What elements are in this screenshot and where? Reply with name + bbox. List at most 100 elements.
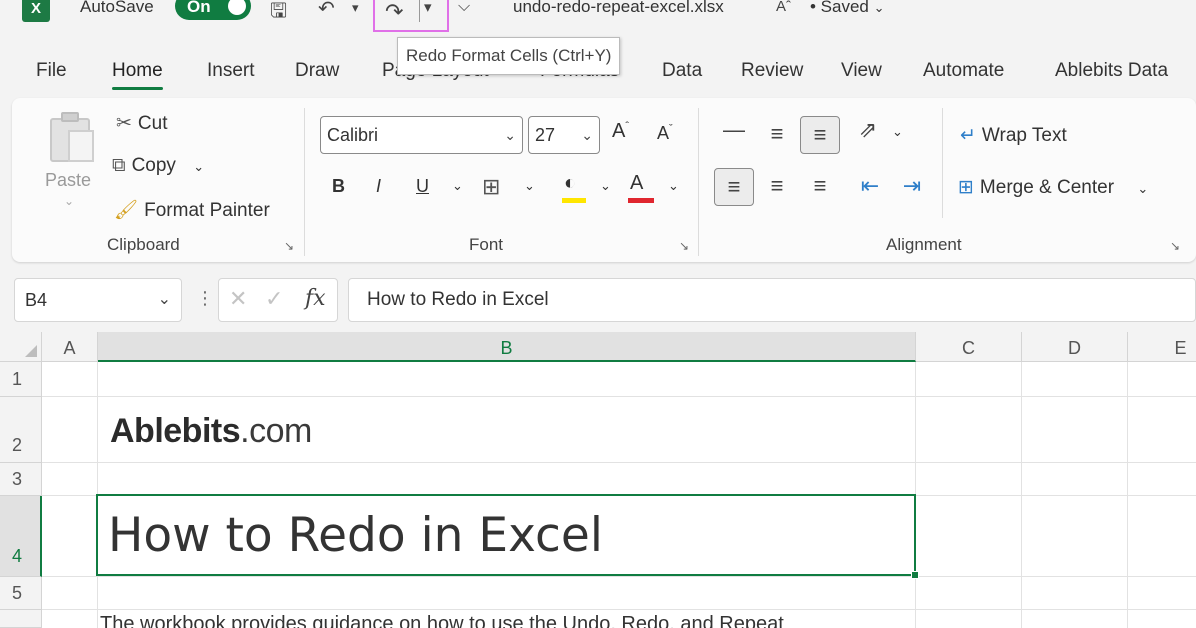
font-color-button[interactable]: A xyxy=(630,172,643,195)
borders-icon[interactable]: ⊞ xyxy=(482,174,500,200)
copy-button[interactable]: ⧉ Copy ⌄ xyxy=(112,155,204,177)
format-painter-button[interactable]: 🖌 Format Painter xyxy=(114,198,270,222)
formula-input[interactable]: How to Redo in Excel xyxy=(348,278,1196,322)
tab-view[interactable]: View xyxy=(841,60,882,82)
decrease-indent-icon[interactable]: ⇤ xyxy=(850,168,890,206)
autosave-toggle[interactable]: On xyxy=(175,0,251,20)
scissors-icon: ✂ xyxy=(116,113,132,134)
column-header-d[interactable]: D xyxy=(1022,332,1128,362)
autosave-label: AutoSave xyxy=(80,0,154,16)
top-align-icon[interactable]: — xyxy=(714,112,754,150)
shrink-font-button[interactable]: Aˇ xyxy=(657,123,673,144)
tab-data[interactable]: Data xyxy=(662,60,702,82)
tab-ablebits-data[interactable]: Ablebits Data xyxy=(1055,60,1168,82)
alignment-launcher-icon[interactable]: ↘ xyxy=(1170,239,1180,253)
shrink-font-icon: ˇ xyxy=(669,123,673,135)
tab-draw[interactable]: Draw xyxy=(295,60,339,82)
accessibility-icon[interactable]: Aˆ xyxy=(776,0,791,15)
cell-b6-text: The workbook provides guidance on how to… xyxy=(100,613,784,628)
middle-align-icon[interactable]: ≡ xyxy=(757,116,797,154)
column-header-c[interactable]: C xyxy=(916,332,1022,362)
undo-icon[interactable]: ↶ xyxy=(318,0,335,21)
gridline xyxy=(42,609,1196,610)
font-size-combo[interactable]: 27 ⌄ xyxy=(528,116,600,154)
bold-button[interactable]: B xyxy=(332,176,345,197)
gridline xyxy=(42,462,1196,463)
tab-home[interactable]: Home xyxy=(112,60,163,90)
paste-button[interactable]: Paste xyxy=(45,170,91,191)
cut-button[interactable]: ✂ Cut xyxy=(116,112,168,135)
chevron-down-icon: ⌄ xyxy=(873,0,885,15)
merge-center-dropdown-icon[interactable]: ⌄ xyxy=(1137,181,1148,196)
italic-button[interactable]: I xyxy=(376,176,381,197)
merge-center-button[interactable]: ⊞ Merge & Center ⌄ xyxy=(958,176,1148,199)
tab-review[interactable]: Review xyxy=(741,60,803,82)
increase-indent-icon[interactable]: ⇥ xyxy=(892,168,932,206)
align-left-icon[interactable]: ≡ xyxy=(714,168,754,206)
formula-bar-row: B4 ⌄ ⋮ ✕ ✓ fx How to Redo in Excel xyxy=(0,270,1196,332)
group-separator xyxy=(942,108,943,218)
fill-color-icon[interactable]: ◐ xyxy=(564,172,576,195)
row-header-4[interactable]: 4 xyxy=(0,496,42,577)
enter-icon[interactable]: ✓ xyxy=(265,286,283,312)
font-name-combo[interactable]: Calibri ⌄ xyxy=(320,116,523,154)
bottom-align-icon[interactable]: ≡ xyxy=(800,116,840,154)
name-box-dropdown-icon[interactable]: ⌄ xyxy=(158,279,171,321)
font-launcher-icon[interactable]: ↘ xyxy=(679,239,689,253)
cancel-icon[interactable]: ✕ xyxy=(229,286,247,312)
fill-handle[interactable] xyxy=(911,571,919,579)
copy-dropdown-icon[interactable]: ⌄ xyxy=(193,159,204,174)
clipboard-sheet xyxy=(68,130,94,162)
row-header-5[interactable]: 5 xyxy=(0,577,42,610)
row-header-2[interactable]: 2 xyxy=(0,397,42,463)
row-header-6[interactable] xyxy=(0,610,42,628)
orientation-icon[interactable]: ⇗ xyxy=(848,112,888,150)
row-header-3[interactable]: 3 xyxy=(0,463,42,496)
tab-insert[interactable]: Insert xyxy=(207,60,255,82)
more-options-icon[interactable]: ⋮ xyxy=(196,288,214,309)
fill-color-dropdown-icon[interactable]: ⌄ xyxy=(600,178,611,194)
align-center-icon[interactable]: ≡ xyxy=(757,168,797,206)
clipboard-group-label: Clipboard xyxy=(107,235,180,254)
logo-main: Ablebits xyxy=(110,412,241,450)
paste-icon[interactable] xyxy=(50,112,96,162)
insert-function-button[interactable]: fx xyxy=(305,286,326,311)
underline-dropdown-icon[interactable]: ⌄ xyxy=(452,178,463,194)
save-icon[interactable]: 🖫 xyxy=(270,0,287,30)
tab-automate[interactable]: Automate xyxy=(923,60,1004,82)
grow-font-button[interactable]: Aˆ xyxy=(612,120,629,143)
title-bar: X AutoSave On 🖫 ↶ ▾ ↷ ▾ ⌵ undo-redo-repe… xyxy=(0,0,1196,32)
column-header-b[interactable]: B xyxy=(98,332,916,362)
autosave-state: On xyxy=(187,0,211,16)
clipboard-launcher-icon[interactable]: ↘ xyxy=(284,239,294,253)
cut-label: Cut xyxy=(137,113,168,134)
wrap-text-icon: ↵ xyxy=(960,125,976,146)
align-right-icon[interactable]: ≡ xyxy=(800,168,840,206)
font-name-dropdown-icon[interactable]: ⌄ xyxy=(504,117,516,153)
redo-dropdown-icon[interactable]: ▾ xyxy=(424,0,432,16)
redo-button[interactable]: ↷ ▾ xyxy=(373,0,449,32)
font-color-bar xyxy=(628,198,654,203)
clipboard-clip xyxy=(61,112,79,122)
borders-dropdown-icon[interactable]: ⌄ xyxy=(524,178,535,194)
name-box-value: B4 xyxy=(25,290,48,310)
saved-status[interactable]: • Saved ⌄ xyxy=(810,0,885,17)
redo-separator xyxy=(419,0,420,22)
orientation-dropdown-icon[interactable]: ⌄ xyxy=(892,124,903,140)
font-color-dropdown-icon[interactable]: ⌄ xyxy=(668,178,679,194)
format-painter-label: Format Painter xyxy=(144,200,270,221)
row-header-1[interactable]: 1 xyxy=(0,362,42,397)
column-header-a[interactable]: A xyxy=(42,332,98,362)
merge-center-label: Merge & Center xyxy=(979,177,1115,198)
select-all-corner[interactable] xyxy=(0,332,42,362)
underline-button[interactable]: U xyxy=(416,176,429,197)
wrap-text-button[interactable]: ↵ Wrap Text xyxy=(960,124,1067,147)
tab-file[interactable]: File xyxy=(36,60,67,82)
font-size-dropdown-icon[interactable]: ⌄ xyxy=(581,117,593,153)
paste-dropdown-icon[interactable]: ⌄ xyxy=(64,194,74,208)
customize-qat-icon[interactable]: ⌵ xyxy=(458,0,470,16)
name-box[interactable]: B4 ⌄ xyxy=(14,278,182,322)
file-name[interactable]: undo-redo-repeat-excel.xlsx xyxy=(513,0,724,17)
undo-dropdown-icon[interactable]: ▾ xyxy=(352,0,359,16)
column-header-e[interactable]: E xyxy=(1128,332,1196,362)
